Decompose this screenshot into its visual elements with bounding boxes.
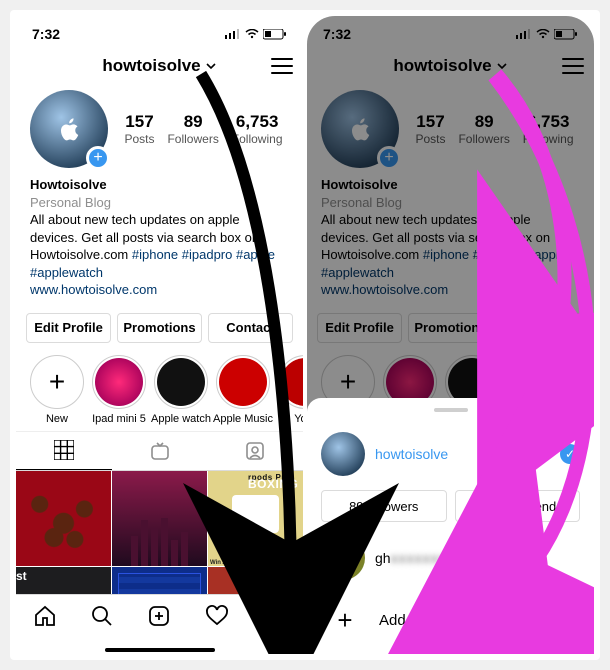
account-name: ghxxxxxxxxxa [375,550,470,566]
tab-igtv[interactable] [112,432,208,470]
checkmark-icon: ✓ [560,444,580,464]
status-time: 7:32 [32,26,60,42]
edit-profile-button[interactable]: Edit Profile [26,313,111,343]
promotions-button[interactable]: Promotions [117,313,202,343]
highlight-item[interactable]: Yout [274,355,303,425]
posts-count: 157 [124,112,154,132]
add-account-label: Add account [379,612,462,629]
highlights-tray[interactable]: +New Ipad mini 5 Apple watch Apple Music… [16,349,303,431]
igtv-icon [150,441,170,461]
status-indicators [225,29,287,40]
add-story-badge[interactable]: + [86,146,110,170]
status-bar: 7:32 [16,16,303,46]
posts-label: Posts [124,132,154,146]
profile-header: + 157 Posts 89 Followers 6,753 Following [16,86,303,172]
highlight-item[interactable]: Ipad mini 5 [88,355,150,425]
chevron-down-icon [205,60,217,72]
username-label: howtoisolve [102,56,200,76]
bio-link[interactable]: www.howtoisolve.com [30,281,289,299]
bio: Howtoisolve Personal Blog All about new … [16,172,303,303]
account-switcher-sheet: howtoisolve ✓ 89 followers 12 close frie… [307,398,594,656]
account-row-current[interactable]: howtoisolve ✓ [321,426,580,482]
post-thumb[interactable]: rpods Pr BOXING Giveaw Win Apple Airpods… [208,471,303,566]
post-thumb[interactable] [112,471,207,566]
followers-label: Followers [167,132,218,146]
nav-activity[interactable] [204,603,230,629]
battery-icon [263,29,287,40]
menu-button[interactable] [271,58,293,74]
following-label: Following [232,132,283,146]
signal-icon [225,29,241,39]
tab-tagged[interactable] [207,432,303,470]
home-indicator [396,648,506,652]
grid-icon [54,440,74,460]
apple-logo-icon [54,114,84,144]
close-friends-pill[interactable]: 12 close friends [455,490,581,522]
avatar[interactable]: + [30,90,108,168]
home-icon [33,604,57,628]
nav-search[interactable] [89,603,115,629]
account-avatar [321,432,365,476]
stats: 157 Posts 89 Followers 6,753 Following [118,112,289,146]
nav-home[interactable] [32,603,58,629]
profile-avatar-small [261,603,287,629]
nav-create[interactable] [146,603,172,629]
nav-profile[interactable] [261,603,287,629]
username-switcher[interactable]: howtoisolve [102,56,216,76]
profile-actions: Edit Profile Promotions Contact [16,303,303,349]
account-row[interactable]: ghxxxxxxxxxa [321,530,580,586]
followers-count: 89 [167,112,218,132]
contact-button[interactable]: Contact [208,313,293,343]
heart-icon [205,604,229,628]
phone-left: 7:32 howtoisolve + [16,16,303,656]
highlight-new[interactable]: +New [26,355,88,425]
plus-icon: + [325,600,365,640]
display-name: Howtoisolve [30,176,289,194]
tagged-icon [245,441,265,461]
navbar: howtoisolve [16,46,303,86]
followers-pill[interactable]: 89 followers [321,490,447,522]
account-avatar [321,536,365,580]
post-thumb[interactable] [16,471,111,566]
home-indicator [105,648,215,652]
plus-square-icon [147,604,171,628]
quick-stats: 89 followers 12 close friends [321,482,580,530]
profile-tabs [16,431,303,471]
account-name: howtoisolve [375,446,448,462]
wifi-icon [245,29,259,39]
highlight-item[interactable]: Apple watch [150,355,212,425]
following-count: 6,753 [232,112,283,132]
sheet-handle[interactable] [434,408,468,412]
category: Personal Blog [30,194,289,212]
stat-following[interactable]: 6,753 Following [232,112,283,146]
bottom-nav [16,594,303,656]
search-icon [90,604,114,628]
tab-grid[interactable] [16,432,112,470]
add-account-button[interactable]: + Add account [321,586,580,654]
phone-right: 7:32 howtoisolve + 157Posts 89Followers … [307,16,594,656]
stat-followers[interactable]: 89 Followers [167,112,218,146]
stat-posts[interactable]: 157 Posts [124,112,154,146]
highlight-item[interactable]: Apple Music [212,355,274,425]
